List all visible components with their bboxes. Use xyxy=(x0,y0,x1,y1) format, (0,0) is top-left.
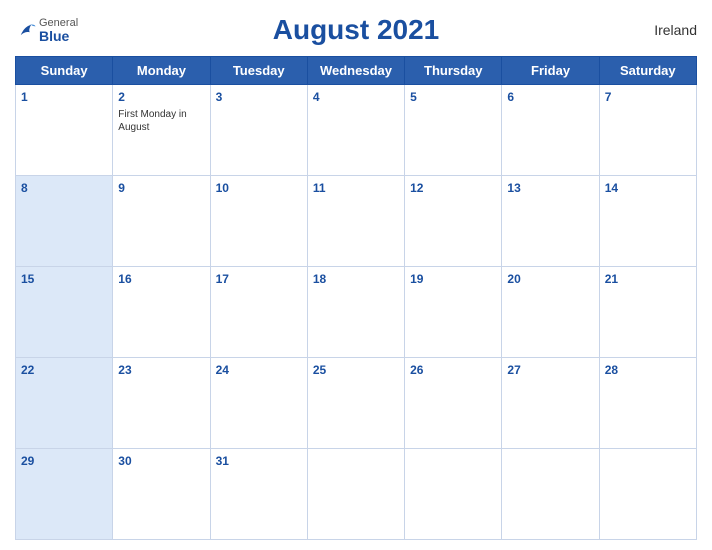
calendar-header: General Blue August 2021 Ireland xyxy=(15,10,697,50)
day-number: 1 xyxy=(21,90,28,104)
day-number: 16 xyxy=(118,272,131,286)
day-number: 10 xyxy=(216,181,229,195)
weekday-header-wednesday: Wednesday xyxy=(307,57,404,85)
day-number: 19 xyxy=(410,272,423,286)
calendar-week-5: 29 30 31 xyxy=(16,449,697,540)
calendar-cell: 9 xyxy=(113,176,210,267)
day-number: 24 xyxy=(216,363,229,377)
holiday-label: First Monday in August xyxy=(118,108,204,134)
day-number: 25 xyxy=(313,363,326,377)
day-number: 22 xyxy=(21,363,34,377)
logo-general: General xyxy=(39,18,78,29)
day-number: 12 xyxy=(410,181,423,195)
logo-bird-icon xyxy=(15,19,37,41)
calendar-cell: 11 xyxy=(307,176,404,267)
page-title: August 2021 xyxy=(273,14,440,46)
calendar-week-2: 8 9 10 11 12 13 14 xyxy=(16,176,697,267)
day-number: 30 xyxy=(118,454,131,468)
calendar-cell: 31 xyxy=(210,449,307,540)
day-number: 27 xyxy=(507,363,520,377)
calendar-cell xyxy=(599,449,696,540)
day-number: 3 xyxy=(216,90,223,104)
calendar-cell: 1 xyxy=(16,85,113,176)
day-number: 5 xyxy=(410,90,417,104)
day-number: 28 xyxy=(605,363,618,377)
calendar-cell: 20 xyxy=(502,267,599,358)
day-number: 8 xyxy=(21,181,28,195)
calendar-cell: 18 xyxy=(307,267,404,358)
day-number: 9 xyxy=(118,181,125,195)
calendar-cell: 5 xyxy=(405,85,502,176)
calendar-cell: 21 xyxy=(599,267,696,358)
calendar-cell: 30 xyxy=(113,449,210,540)
day-number: 21 xyxy=(605,272,618,286)
day-number: 23 xyxy=(118,363,131,377)
day-number: 17 xyxy=(216,272,229,286)
day-number: 2 xyxy=(118,90,125,104)
calendar-cell xyxy=(307,449,404,540)
day-number: 13 xyxy=(507,181,520,195)
weekday-row: SundayMondayTuesdayWednesdayThursdayFrid… xyxy=(16,57,697,85)
calendar-cell: 22 xyxy=(16,358,113,449)
logo-text: General Blue xyxy=(39,18,78,43)
day-number: 29 xyxy=(21,454,34,468)
calendar-cell xyxy=(405,449,502,540)
calendar-cell: 7 xyxy=(599,85,696,176)
day-number: 15 xyxy=(21,272,34,286)
logo: General Blue xyxy=(15,18,78,43)
calendar-week-3: 15 16 17 18 19 20 21 xyxy=(16,267,697,358)
calendar-cell: 14 xyxy=(599,176,696,267)
calendar-cell xyxy=(502,449,599,540)
calendar-cell: 29 xyxy=(16,449,113,540)
logo-blue: Blue xyxy=(39,29,78,43)
calendar-cell: 23 xyxy=(113,358,210,449)
day-number: 4 xyxy=(313,90,320,104)
day-number: 6 xyxy=(507,90,514,104)
calendar-cell: 17 xyxy=(210,267,307,358)
calendar-cell: 10 xyxy=(210,176,307,267)
calendar-cell: 27 xyxy=(502,358,599,449)
country-label: Ireland xyxy=(654,22,697,38)
calendar-week-4: 22 23 24 25 26 27 28 xyxy=(16,358,697,449)
calendar-cell: 16 xyxy=(113,267,210,358)
day-number: 26 xyxy=(410,363,423,377)
weekday-header-thursday: Thursday xyxy=(405,57,502,85)
day-number: 7 xyxy=(605,90,612,104)
weekday-header-monday: Monday xyxy=(113,57,210,85)
calendar-cell: 3 xyxy=(210,85,307,176)
calendar-cell: 13 xyxy=(502,176,599,267)
calendar-cell: 4 xyxy=(307,85,404,176)
calendar-week-1: 1 2 First Monday in August 3 4 5 6 7 xyxy=(16,85,697,176)
calendar-header-row: SundayMondayTuesdayWednesdayThursdayFrid… xyxy=(16,57,697,85)
calendar-cell: 15 xyxy=(16,267,113,358)
calendar-cell: 25 xyxy=(307,358,404,449)
weekday-header-saturday: Saturday xyxy=(599,57,696,85)
calendar-cell: 24 xyxy=(210,358,307,449)
weekday-header-friday: Friday xyxy=(502,57,599,85)
day-number: 20 xyxy=(507,272,520,286)
calendar-cell: 28 xyxy=(599,358,696,449)
calendar-cell: 12 xyxy=(405,176,502,267)
day-number: 14 xyxy=(605,181,618,195)
calendar-cell: 2 First Monday in August xyxy=(113,85,210,176)
day-number: 31 xyxy=(216,454,229,468)
calendar-cell: 6 xyxy=(502,85,599,176)
calendar-table: SundayMondayTuesdayWednesdayThursdayFrid… xyxy=(15,56,697,540)
calendar-cell: 19 xyxy=(405,267,502,358)
day-number: 11 xyxy=(313,181,326,195)
weekday-header-tuesday: Tuesday xyxy=(210,57,307,85)
day-number: 18 xyxy=(313,272,326,286)
weekday-header-sunday: Sunday xyxy=(16,57,113,85)
calendar-body: 12First Monday in August3456789101112131… xyxy=(16,85,697,540)
calendar-cell: 26 xyxy=(405,358,502,449)
calendar-cell: 8 xyxy=(16,176,113,267)
